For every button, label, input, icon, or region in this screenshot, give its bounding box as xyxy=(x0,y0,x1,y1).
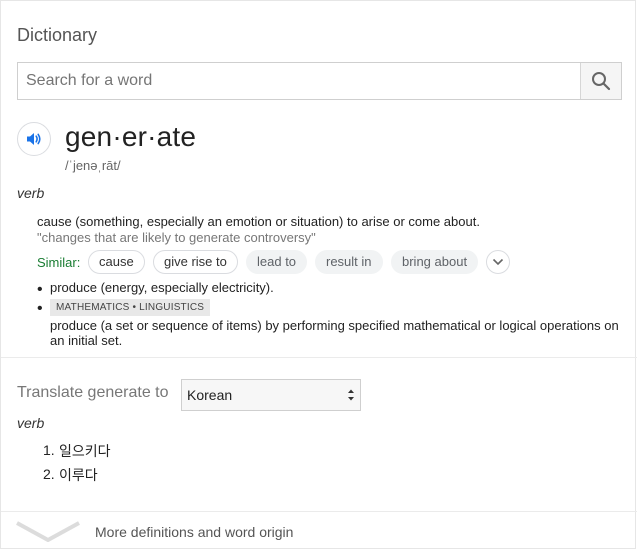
search-input[interactable]: Search for a word xyxy=(26,63,152,99)
card-title: Dictionary xyxy=(17,25,98,45)
search-bar: Search for a word xyxy=(17,62,622,100)
definition-3-line2: an initial set. xyxy=(50,333,123,348)
definition-1: cause (something, especially an emotion … xyxy=(37,214,480,229)
similar-chip-give-rise-to[interactable]: give rise to xyxy=(153,250,238,274)
language-select-value: Korean xyxy=(187,387,233,403)
speaker-icon xyxy=(27,133,41,145)
definition-2: produce (energy, especially electricity)… xyxy=(50,280,274,295)
dictionary-card: Dictionary Search for a word gen·er·ate … xyxy=(0,0,637,549)
similar-chip-result-in[interactable]: result in xyxy=(315,250,383,274)
similar-chip-cause[interactable]: cause xyxy=(88,250,145,274)
headword: gen·er·ate xyxy=(65,121,197,152)
part-of-speech: verb xyxy=(17,185,45,201)
more-definitions-link[interactable]: More definitions and word origin xyxy=(95,524,293,540)
more-definitions-toggle[interactable] xyxy=(15,519,81,548)
select-arrows-icon xyxy=(348,389,354,401)
subject-tag: MATHEMATICS • LINGUISTICS xyxy=(50,299,211,316)
translation-item: 이루다 xyxy=(59,467,98,483)
expand-similar-button[interactable] xyxy=(486,250,510,274)
translation-number: 1. xyxy=(43,442,55,458)
example-1: "changes that are likely to generate con… xyxy=(37,230,316,245)
search-button[interactable] xyxy=(580,63,621,99)
translation-item: 일으키다 xyxy=(59,443,111,459)
definition-3-line1: produce (a set or sequence of items) by … xyxy=(50,318,619,333)
footer-divider xyxy=(1,511,637,512)
translation-part-of-speech: verb xyxy=(17,415,45,431)
similar-label: Similar: xyxy=(37,255,81,270)
pronunciation-audio-button[interactable] xyxy=(17,122,51,156)
chevron-down-icon xyxy=(492,258,504,266)
bullet-icon: • xyxy=(37,300,43,317)
translation-number: 2. xyxy=(43,466,55,482)
section-divider xyxy=(1,357,637,358)
chevron-down-icon xyxy=(16,521,80,542)
bullet-icon: • xyxy=(37,281,43,298)
similar-chip-lead-to[interactable]: lead to xyxy=(246,250,308,274)
phonetic: /ˈjenəˌrāt/ xyxy=(65,158,121,173)
search-icon xyxy=(592,72,611,91)
translate-label: Translate generate to xyxy=(17,384,169,401)
similar-chip-bring-about[interactable]: bring about xyxy=(391,250,479,274)
language-select[interactable]: Korean xyxy=(181,379,361,411)
